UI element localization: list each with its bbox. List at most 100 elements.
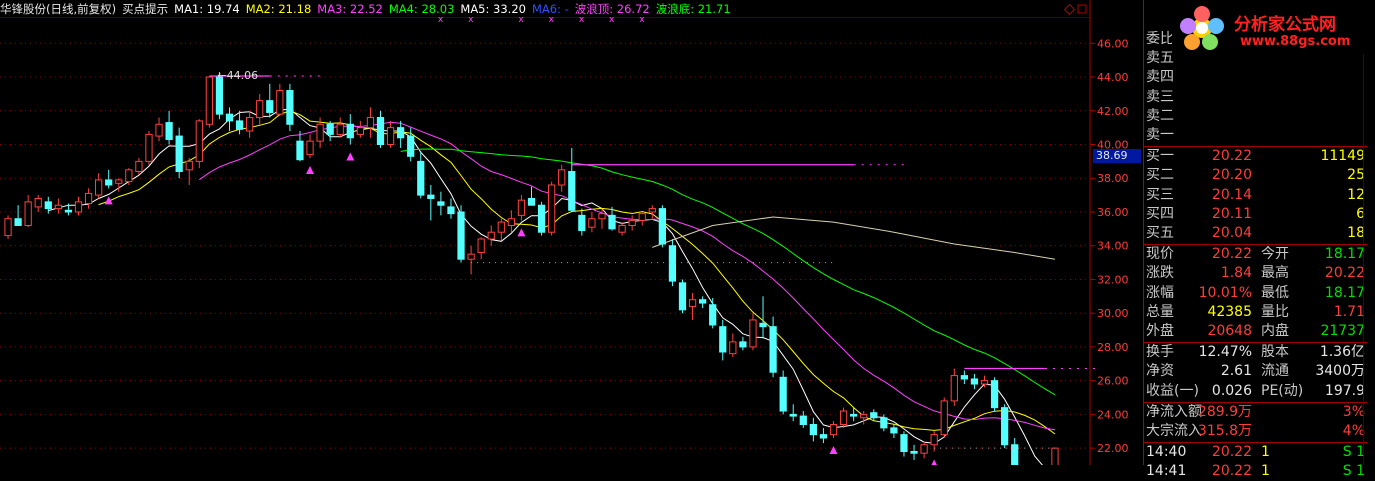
fund-value-2: 1.36亿	[1319, 344, 1365, 361]
y-tick-label: 38.00	[1097, 172, 1129, 185]
stat-label: 涨跌	[1146, 265, 1174, 282]
candle-body	[115, 179, 123, 184]
candle-body	[256, 100, 264, 119]
candle-body	[225, 113, 234, 122]
candle-body	[527, 197, 536, 206]
stat-value-2: 21737	[1320, 323, 1365, 339]
tick-volume: 1	[1261, 444, 1270, 461]
candle-body	[235, 120, 244, 130]
candle-body	[477, 238, 485, 253]
candle-body	[930, 434, 938, 446]
candle-body	[125, 169, 133, 183]
candle-body	[789, 413, 797, 417]
candle-body	[588, 218, 596, 228]
fund-row: 换手 12.47% 股本 1.36亿	[1143, 343, 1367, 362]
bid-row: 买二 20.20 25	[1143, 166, 1367, 185]
flow-label: 大宗流入	[1146, 423, 1202, 439]
ma4-line	[400, 148, 1056, 396]
top-cross-mark: x	[579, 15, 585, 25]
stat-value: 1.84	[1220, 265, 1252, 282]
candle-body	[568, 170, 576, 211]
bid-price: 20.04	[1211, 225, 1252, 241]
bid-price: 20.11	[1211, 205, 1252, 222]
y-tick-label: 36.00	[1097, 206, 1129, 219]
bid-label: 买三	[1146, 186, 1174, 203]
stat-label: 现价	[1146, 246, 1174, 263]
y-tick-label: 44.00	[1097, 71, 1129, 84]
ma5-line	[652, 216, 1056, 260]
top-cross-mark: x	[438, 15, 444, 25]
candle-body	[507, 218, 515, 226]
tick-row: 14:41 20.22 1 S 1	[1143, 462, 1367, 481]
fund-row: 收益(一) 0.026 PE(动) 197.9	[1143, 382, 1367, 401]
candle-body	[437, 201, 445, 206]
candle-body	[940, 400, 948, 436]
candle-body	[457, 211, 465, 260]
ask-label: 卖二	[1146, 107, 1174, 124]
top-cross-mark: x	[468, 15, 474, 25]
stat-value-2: 20.22	[1324, 265, 1365, 282]
fund-label-2: 流通	[1261, 363, 1289, 380]
logo-title: 分析家公式网	[1234, 15, 1336, 35]
candlestick-chart[interactable]: 22.00 24.00 26.00 28.00 30.00 32.00 34.00 36.00…	[0, 0, 1143, 465]
candle-body	[739, 341, 747, 348]
candle-body	[84, 192, 93, 205]
stat-value: 20.22	[1211, 246, 1252, 263]
stat-value-2: 1.71	[1333, 303, 1365, 320]
bid-price: 20.22	[1211, 148, 1252, 165]
buy-signal-triangle	[517, 228, 526, 237]
fund-label: 净资	[1146, 363, 1174, 380]
top-cross-mark: x	[609, 15, 615, 25]
stat-label: 总量	[1146, 303, 1174, 320]
buy-signal-triangle	[931, 459, 937, 465]
candle-body	[759, 322, 767, 328]
candle-body	[769, 326, 777, 373]
quote-panel: 委比 卖五 卖四 卖三 卖二 卖一 买一 20.22 11149 买二 20.20 25 买三 20.14…	[1143, 0, 1367, 479]
ask-label: 卖三	[1146, 88, 1174, 105]
candle-body	[950, 375, 958, 402]
candle-body	[719, 326, 727, 353]
candle-body	[870, 412, 878, 419]
fund-value: 0.026	[1211, 382, 1252, 399]
high-annotation: ←44.06	[217, 69, 258, 82]
ask-row: 卖一	[1143, 126, 1367, 145]
candle-body	[427, 194, 435, 199]
candle-body	[910, 451, 918, 454]
candle-body	[608, 214, 616, 230]
candle-body	[618, 224, 626, 233]
bid-row: 买三 20.14 12	[1143, 186, 1367, 205]
ask-label: 委比	[1146, 31, 1174, 47]
candle-body	[296, 140, 304, 161]
candle-body	[970, 378, 979, 385]
candle-body	[4, 218, 12, 237]
bid-row: 买五 20.04 18	[1143, 224, 1367, 243]
fund-value: 12.47%	[1198, 344, 1252, 361]
stat-label-2: 内盘	[1261, 323, 1289, 339]
ask-label: 卖四	[1146, 69, 1174, 86]
right-scroll-strip[interactable]	[1367, 0, 1375, 465]
candle-body	[920, 444, 928, 454]
fund-row: 净资 2.61 流通 3400万	[1143, 362, 1367, 381]
stat-value: 10.01%	[1198, 284, 1252, 301]
top-square-icon	[1077, 4, 1087, 14]
tick-side: S 1	[1342, 444, 1365, 461]
y-tick-label: 34.00	[1097, 240, 1129, 253]
candle-body	[64, 209, 73, 213]
candle-body	[799, 415, 807, 426]
y-tick-label: 24.00	[1097, 408, 1129, 421]
flow-value: 315.8万	[1197, 423, 1252, 439]
candle-body	[326, 123, 334, 135]
fund-label: 收益(一)	[1146, 382, 1199, 399]
candle-body	[407, 135, 415, 157]
candle-body	[497, 221, 505, 233]
flow-label: 净流入额	[1146, 403, 1202, 420]
candle-body	[135, 160, 143, 172]
buy-signal-triangle	[346, 152, 355, 161]
candle-body	[356, 127, 364, 135]
stat-label: 外盘	[1146, 323, 1174, 339]
fund-value-2: 3400万	[1315, 363, 1365, 380]
candle-body	[276, 90, 284, 115]
candle-body	[366, 117, 375, 129]
bid-label: 买五	[1146, 225, 1174, 241]
tick-price: 20.22	[1211, 463, 1252, 480]
